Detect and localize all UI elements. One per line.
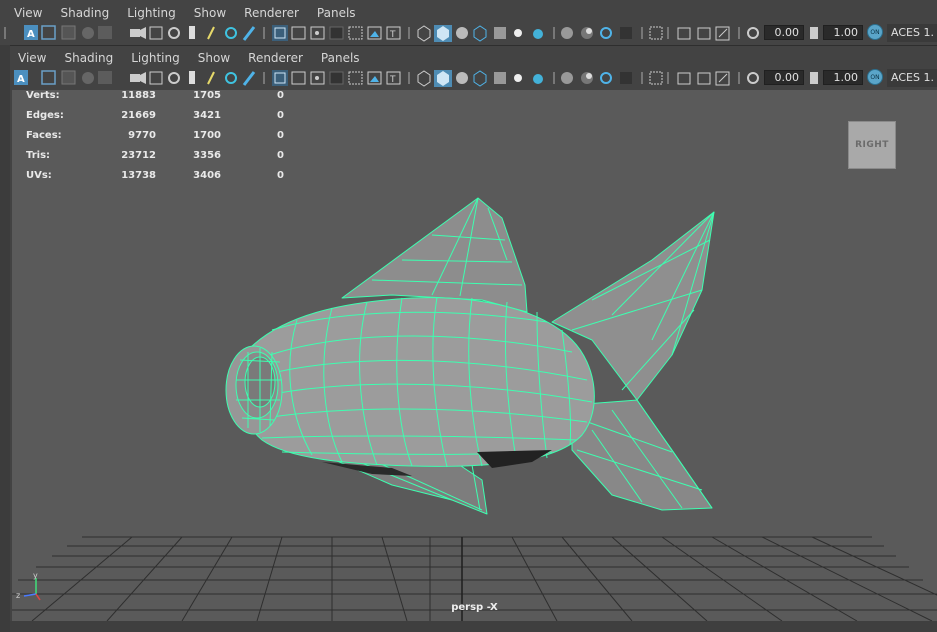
axis-y-label: y: [33, 571, 38, 580]
hud-selected: 3406: [193, 170, 221, 181]
exposure-field[interactable]: 0.00: [764, 25, 804, 40]
inner-menu-shading[interactable]: Shading: [64, 51, 113, 65]
hud-other: 0: [277, 110, 284, 121]
hud-selected: 1705: [193, 90, 221, 101]
svg-text:A: A: [27, 29, 35, 40]
inner-view-transform-dropdown[interactable]: ACES 1.: [887, 69, 937, 87]
menu-shading[interactable]: Shading: [60, 6, 109, 20]
hud-selected: 3356: [193, 150, 221, 161]
inner-menu-lighting[interactable]: Lighting: [131, 51, 180, 65]
fish-mesh: [225, 197, 715, 515]
gamma-field[interactable]: 1.00: [823, 25, 863, 40]
menu-show[interactable]: Show: [194, 6, 226, 20]
color-management-toggle[interactable]: ON: [867, 24, 883, 40]
menu-panels[interactable]: Panels: [317, 6, 356, 20]
outer-menu-bar: View Shading Lighting Show Renderer Pane…: [0, 2, 360, 24]
hud-other: 0: [277, 150, 284, 161]
poly-count-hud: Verts: 11883 1705 0 Edges: 21669 3421 0 …: [12, 90, 312, 190]
hud-total: 13738: [121, 170, 156, 181]
view-transform-dropdown[interactable]: ACES 1.: [887, 24, 937, 42]
camera-name-label: persp -X: [451, 602, 498, 613]
hud-total: 9770: [128, 130, 156, 141]
inner-panel-toolbar: A T 0.00 1.00 ON ACES 1.: [10, 67, 937, 89]
inner-menu-renderer[interactable]: Renderer: [248, 51, 303, 65]
menu-lighting[interactable]: Lighting: [127, 6, 176, 20]
outer-panel-toolbar: A T 0.00 1.00 ON ACES 1.: [0, 22, 937, 44]
inner-color-management-toggle[interactable]: ON: [867, 69, 883, 85]
menu-renderer[interactable]: Renderer: [244, 6, 299, 20]
menu-view[interactable]: View: [14, 6, 42, 20]
axis-z-label: z: [16, 591, 20, 600]
svg-text:T: T: [389, 30, 396, 40]
inner-exposure-field[interactable]: 0.00: [764, 70, 804, 85]
panel-bottom-edge: [10, 621, 937, 632]
hud-total: 11883: [121, 90, 156, 101]
hud-selected: 1700: [193, 130, 221, 141]
hud-other: 0: [277, 170, 284, 181]
hud-total: 21669: [121, 110, 156, 121]
hud-label: Edges:: [26, 110, 64, 121]
inner-menu-bar: View Shading Lighting Show Renderer Pane…: [10, 47, 364, 69]
hud-label: Tris:: [26, 150, 51, 161]
inner-gamma-field[interactable]: 1.00: [823, 70, 863, 85]
hud-total: 23712: [121, 150, 156, 161]
hud-other: 0: [277, 90, 284, 101]
inner-menu-panels[interactable]: Panels: [321, 51, 360, 65]
perspective-viewport[interactable]: Verts: 11883 1705 0 Edges: 21669 3421 0 …: [12, 90, 937, 621]
hud-other: 0: [277, 130, 284, 141]
svg-text:A: A: [17, 74, 25, 85]
svg-text:T: T: [389, 75, 396, 85]
inner-menu-show[interactable]: Show: [198, 51, 230, 65]
hud-label: UVs:: [26, 170, 52, 181]
hud-label: Faces:: [26, 130, 62, 141]
hud-selected: 3421: [193, 110, 221, 121]
view-cube[interactable]: RIGHT: [848, 121, 896, 169]
hud-label: Verts:: [26, 90, 60, 101]
panel-left-edge: [0, 45, 10, 632]
inner-menu-view[interactable]: View: [18, 51, 46, 65]
